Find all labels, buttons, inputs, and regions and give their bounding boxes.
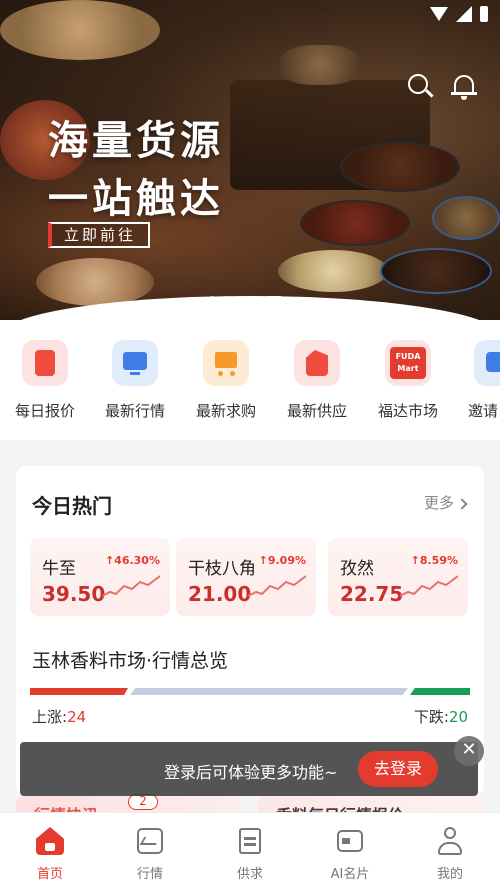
quick-item-label: 最新供应: [286, 402, 347, 420]
sparkline-icon: [248, 575, 306, 597]
nav-item-home[interactable]: 首页: [10, 825, 90, 882]
login-button[interactable]: 去登录: [358, 751, 438, 787]
search-icon[interactable]: [406, 72, 436, 102]
up-ratio-bar: [30, 688, 128, 695]
spice-bowl: [36, 258, 154, 306]
close-icon[interactable]: ✕: [454, 736, 484, 766]
quick-item-daily-quote[interactable]: 每日报价: [0, 340, 90, 421]
up-value: 24: [67, 708, 87, 726]
signal-icon: [456, 6, 472, 22]
fuda-mart-logo: FUDA Mart: [390, 347, 426, 379]
hot-item-change: ↑9.09%: [258, 554, 306, 567]
carousel-dot[interactable]: [222, 296, 230, 304]
hot-item-name: 干枝八角: [188, 559, 256, 579]
status-bar: [430, 6, 488, 22]
nav-item-label: 我的: [436, 867, 463, 882]
nav-item-label: 首页: [36, 867, 63, 882]
home-icon: [34, 825, 66, 857]
more-label: 更多: [423, 494, 454, 512]
quick-item-purchase[interactable]: 最新求购: [181, 340, 271, 421]
spice-bowl: [380, 248, 492, 294]
supply-shop-icon: [294, 340, 340, 386]
spice-bowl: [432, 196, 500, 240]
nav-item-ai-card[interactable]: AI名片: [310, 825, 390, 882]
quick-item-label: 每日报价: [14, 402, 75, 420]
carousel-dot-active[interactable]: [264, 296, 284, 304]
spice-basket: [0, 0, 160, 60]
spice-bowl: [278, 250, 388, 292]
banner-cta-button[interactable]: 立即前往: [48, 222, 151, 248]
document-icon: [234, 825, 266, 857]
hot-item[interactable]: 干枝八角 ↑9.09% 21.00: [176, 538, 316, 616]
hot-item-change: ↑8.59%: [410, 554, 458, 567]
hot-item-name: 牛至: [42, 559, 76, 579]
flat-ratio-bar: [130, 688, 408, 695]
carousel-dot[interactable]: [208, 296, 216, 304]
hot-item-change: ↑46.30%: [104, 554, 160, 567]
sparkline-icon: [400, 575, 458, 597]
user-icon: [434, 825, 466, 857]
quick-item-invite[interactable]: 邀请: [454, 340, 500, 421]
wifi-icon: [430, 7, 448, 21]
section-title: 今日热门: [32, 494, 112, 518]
down-ratio-bar: [410, 688, 470, 695]
fuda-mart-icon: FUDA Mart: [385, 340, 431, 386]
nav-item-supply-demand[interactable]: 供求: [210, 825, 290, 882]
sparkline-icon: [102, 575, 160, 597]
market-trend-icon: [112, 340, 158, 386]
more-link[interactable]: 更多: [423, 492, 468, 513]
down-count: 下跌:20: [414, 706, 468, 727]
bottom-nav: 首页 行情 供求 AI名片 我的: [0, 812, 500, 888]
down-value: 20: [448, 708, 468, 726]
market-overview-title: 玉林香料市场·行情总览: [32, 650, 229, 672]
quick-item-market-trend[interactable]: 最新行情: [90, 340, 180, 421]
carousel-indicator: [208, 296, 284, 304]
nav-item-mine[interactable]: 我的: [410, 825, 490, 882]
carousel-dot[interactable]: [250, 296, 258, 304]
quick-item-fuda-market[interactable]: FUDA Mart 福达市场: [363, 340, 453, 421]
carousel-dot[interactable]: [236, 296, 244, 304]
quick-item-label: 最新求购: [195, 402, 256, 420]
quick-menu: 每日报价 最新行情 最新求购 最新供应 FUDA Mart 福达市场 邀请: [0, 320, 500, 440]
news-flash-badge: 2: [128, 794, 158, 810]
daily-quote-icon: [22, 340, 68, 386]
hot-item-price: 21.00: [188, 582, 252, 606]
banner-headline-line1: 海量货源: [48, 118, 224, 164]
promo-banner[interactable]: 海量货源 一站触达 立即前往: [0, 0, 500, 320]
peppercorn-bowl: [300, 200, 410, 246]
invite-icon: [474, 340, 500, 386]
business-card-icon: [334, 825, 366, 857]
banner-headline-line2: 一站触达: [48, 176, 224, 222]
quick-item-supply[interactable]: 最新供应: [272, 340, 362, 421]
spice-jar: [280, 45, 360, 85]
quick-item-label: 最新行情: [104, 402, 165, 420]
battery-icon: [480, 6, 488, 22]
login-prompt-toast: 登录后可体验更多功能~ 去登录 ✕: [20, 736, 484, 796]
hot-item[interactable]: 孜然 ↑8.59% 22.75: [328, 538, 468, 616]
down-label: 下跌:: [413, 708, 449, 726]
banner-headline: 海量货源 一站触达: [48, 112, 224, 228]
nav-item-label: 供求: [236, 867, 263, 882]
hot-item-name: 孜然: [340, 559, 374, 579]
purchase-cart-icon: [203, 340, 249, 386]
hot-item-price: 39.50: [42, 582, 106, 606]
star-anise-bowl: [340, 142, 460, 192]
nav-item-label: 行情: [136, 867, 163, 882]
nav-item-label: AI名片: [330, 867, 370, 882]
hot-item[interactable]: 牛至 ↑46.30% 39.50: [30, 538, 170, 616]
login-prompt-message: 登录后可体验更多功能~: [164, 763, 338, 782]
quick-item-label: 邀请: [468, 402, 499, 420]
hot-item-price: 22.75: [340, 582, 404, 606]
chevron-right-icon: [456, 498, 468, 510]
up-label: 上涨:: [32, 708, 68, 726]
nav-item-market[interactable]: 行情: [110, 825, 190, 882]
quick-item-label: 福达市场: [377, 402, 438, 420]
trend-chart-icon: [134, 825, 166, 857]
notification-bell-icon[interactable]: [450, 72, 480, 102]
up-count: 上涨:24: [32, 706, 86, 727]
